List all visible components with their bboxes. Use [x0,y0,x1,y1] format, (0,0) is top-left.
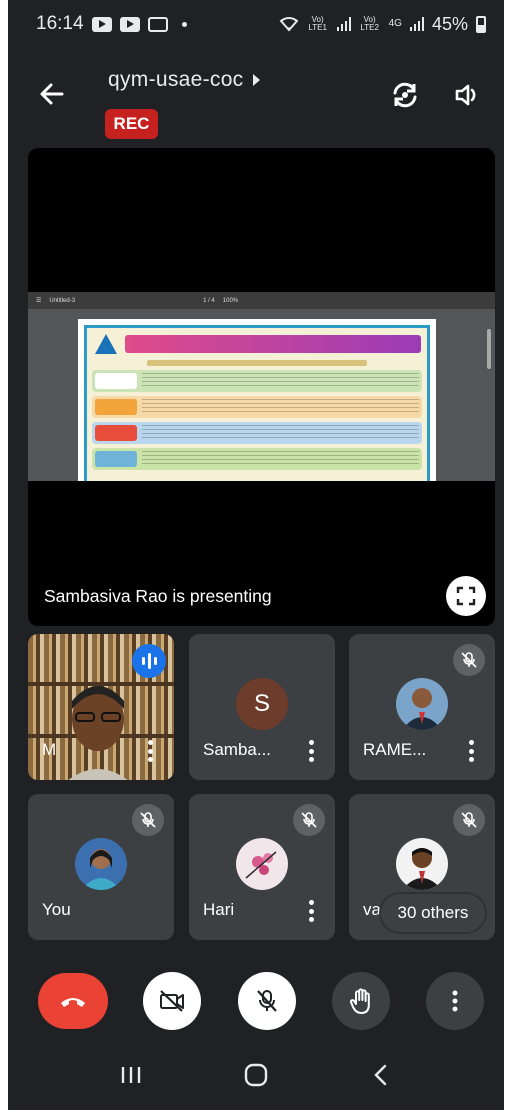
participant-tile[interactable]: M [28,634,174,780]
mic-toggle-button[interactable] [238,972,296,1030]
presenting-label: Sambasiva Rao is presenting [44,586,272,606]
end-call-button[interactable] [38,973,108,1029]
home-icon [244,1063,268,1087]
fullscreen-icon [456,586,476,606]
meeting-title[interactable]: qym-usae-coc [108,68,261,92]
bank-logo-icon [93,333,119,355]
participant-tile[interactable]: You [28,794,174,940]
battery-percent: 45% [431,13,468,34]
document-scrollbar[interactable] [487,329,491,369]
participant-more-button[interactable] [148,740,154,762]
participant-name: Samba... [203,740,272,759]
signal-icon-2 [409,17,424,31]
participant-more-button[interactable] [469,740,475,762]
document-file-name: Untitled-3 [49,297,76,304]
mic-off-icon [453,644,485,676]
participant-tile[interactable]: RAME... [349,634,495,780]
document-page-indicator: 1 / 4 [203,297,215,304]
camera-toggle-button[interactable] [143,972,201,1030]
document-page [78,319,436,481]
mic-off-icon [257,990,277,1012]
status-time: 16:14 [36,13,84,34]
more-notifications-dot [181,21,187,27]
chevron-right-icon [253,74,261,86]
menu-icon: ☰ [36,298,42,304]
mic-off-icon [132,804,164,836]
document-zoom: 100% [222,297,239,304]
recording-badge: REC [105,109,158,139]
presentation-view[interactable]: ☰ Untitled-3 1 / 4 100% Sambasiva Rao is… [28,148,495,626]
participant-more-button[interactable] [309,900,315,922]
signal-icon-1 [336,17,351,31]
raise-hand-icon [350,988,370,1014]
raise-hand-button[interactable] [332,972,390,1030]
status-bar: 16:14 Vo) LTE1 Vo) LTE2 4G 45% [8,0,504,48]
participant-name: Hari [203,900,235,919]
network-type-label: 4G [388,18,402,29]
recent-apps-icon [121,1067,140,1083]
chevron-left-icon [374,1064,387,1086]
network-label-1: Vo) LTE1 [308,15,327,32]
system-back-button[interactable] [366,1060,396,1090]
document-toolbar: ☰ Untitled-3 1 / 4 100% [28,292,495,309]
meeting-header: qym-usae-coc REC [8,60,504,150]
participant-name: You [42,900,71,919]
mic-off-icon [453,804,485,836]
recent-apps-button[interactable] [116,1060,146,1090]
app-notification-icon [147,16,168,32]
meet-screen: 16:14 Vo) LTE1 Vo) LTE2 4G 45% qym-usae-… [8,0,504,1110]
wifi-icon [279,17,299,32]
switch-camera-icon [393,82,417,108]
youtube-icon-2 [119,16,140,32]
speaker-icon [455,84,476,106]
participant-video-person [68,686,128,780]
more-options-button[interactable] [426,972,484,1030]
camera-off-icon [160,990,184,1012]
back-button[interactable] [36,78,68,110]
speaking-indicator-icon [132,644,166,678]
others-count-pill[interactable]: 30 others [381,894,485,932]
meeting-code: qym-usae-coc [108,68,244,91]
fullscreen-button[interactable] [446,576,486,616]
participant-tile[interactable]: S Samba... [189,634,335,780]
participant-name: M [42,740,57,759]
arrow-left-icon [40,83,64,105]
more-vertical-icon [452,990,458,1012]
switch-camera-button[interactable] [390,80,420,110]
youtube-icon [91,16,112,32]
battery-icon [476,15,486,33]
phone-hangup-icon [61,998,85,1007]
home-button[interactable] [241,1060,271,1090]
document-banner [125,335,421,353]
system-nav-bar [8,1040,504,1110]
avatar [396,678,448,730]
shared-document [28,309,495,481]
mic-off-icon [293,804,325,836]
avatar [75,838,127,890]
participant-tile[interactable]: Hari [189,794,335,940]
participant-more-button[interactable] [309,740,315,762]
avatar [396,838,448,890]
network-label-2: Vo) LTE2 [360,15,379,32]
avatar: S [236,678,288,730]
avatar [236,838,288,890]
participant-name: RAME... [363,740,427,759]
speaker-button[interactable] [452,80,482,110]
